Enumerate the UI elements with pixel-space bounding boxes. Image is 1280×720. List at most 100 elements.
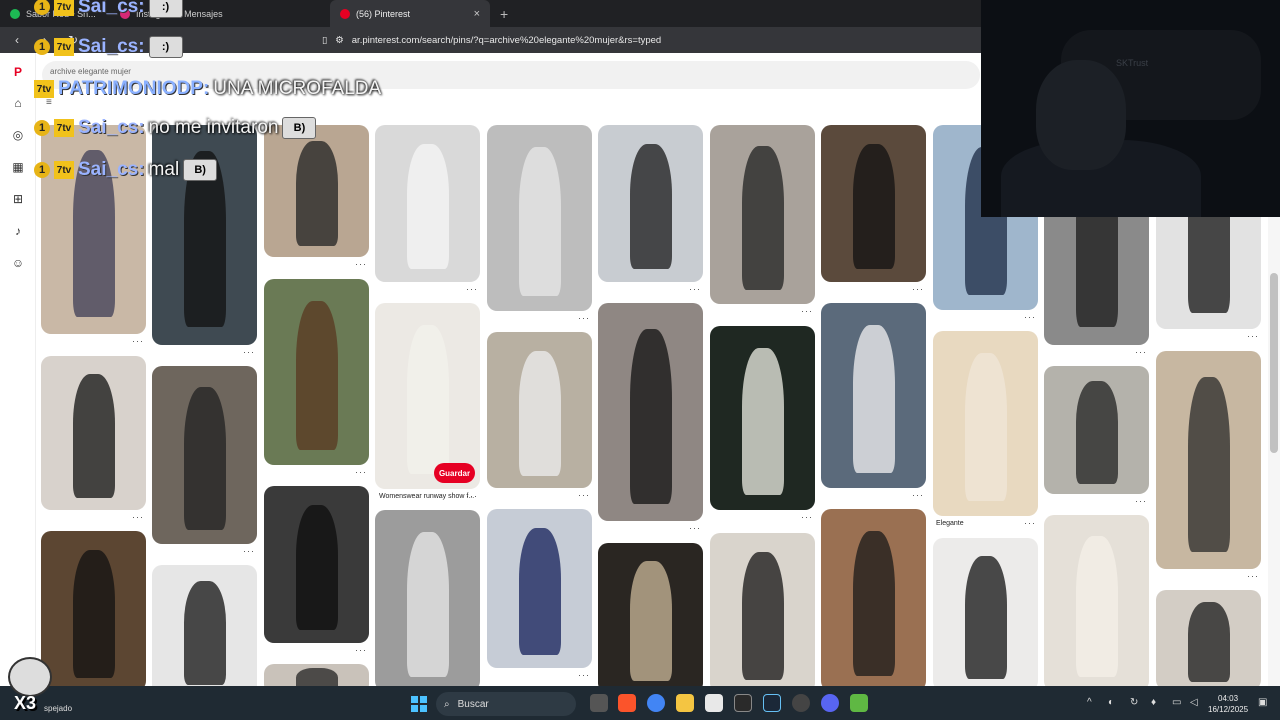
- pin-card[interactable]: [710, 326, 815, 510]
- file-explorer-icon[interactable]: [676, 694, 694, 712]
- pin-card[interactable]: [264, 279, 369, 465]
- save-pin-button[interactable]: Guardar: [434, 463, 475, 483]
- pin-card[interactable]: [1156, 590, 1261, 686]
- pin-more-options-icon[interactable]: ···: [355, 467, 367, 477]
- pin-more-options-icon[interactable]: ···: [1135, 496, 1147, 506]
- pin-image-figure: [852, 530, 895, 677]
- pin-card[interactable]: [487, 509, 592, 668]
- pinterest-logo-icon[interactable]: P: [9, 63, 27, 81]
- pin-card[interactable]: [264, 486, 369, 643]
- pin-more-options-icon[interactable]: ···: [1024, 312, 1036, 322]
- pin-more-options-icon[interactable]: ···: [1135, 347, 1147, 357]
- pin-card[interactable]: [1156, 351, 1261, 569]
- pin-more-options-icon[interactable]: ···: [912, 284, 924, 294]
- minecraft-icon[interactable]: [850, 694, 868, 712]
- microsoft-store-icon[interactable]: [705, 694, 723, 712]
- pin-card[interactable]: [933, 331, 1038, 516]
- pin-more-options-icon[interactable]: ···: [1247, 331, 1259, 341]
- boards-icon[interactable]: ▦: [9, 158, 27, 176]
- pin-more-options-icon[interactable]: ···: [578, 490, 590, 500]
- pin-card[interactable]: [1044, 366, 1149, 494]
- tab-pinterest[interactable]: (56) Pinterest ×: [330, 0, 490, 27]
- pin-card[interactable]: [487, 332, 592, 488]
- pin-card[interactable]: [152, 366, 257, 544]
- create-icon[interactable]: ⊞: [9, 190, 27, 208]
- pin-card[interactable]: [152, 565, 257, 686]
- chat-text: UNA MICROFALDA: [213, 78, 382, 99]
- pin-image-figure: [852, 325, 895, 474]
- pin-image-figure: [741, 552, 784, 681]
- brave-browser-icon[interactable]: [618, 694, 636, 712]
- pin-more-options-icon[interactable]: ···: [689, 523, 701, 533]
- explore-icon[interactable]: ◎: [9, 126, 27, 144]
- home-icon[interactable]: ⌂: [9, 94, 27, 112]
- tray-chevron-icon[interactable]: ^: [1087, 697, 1092, 708]
- pin-more-options-icon[interactable]: ···: [689, 284, 701, 294]
- pin-more-options-icon[interactable]: ···: [912, 490, 924, 500]
- pin-more-options-icon[interactable]: ···: [801, 512, 813, 522]
- pin-more-options-icon[interactable]: ···: [1024, 518, 1036, 528]
- pinterest-icon: [340, 8, 350, 19]
- tray-app-icon[interactable]: ◐: [1108, 697, 1114, 708]
- pin-card[interactable]: [710, 533, 815, 686]
- pin-more-options-icon[interactable]: ···: [578, 313, 590, 323]
- taskbar-search-input[interactable]: ⌕ Buscar: [436, 692, 576, 716]
- pin-more-options-icon[interactable]: ···: [466, 284, 478, 294]
- pin-card[interactable]: [375, 510, 480, 686]
- close-tab-icon[interactable]: ×: [474, 8, 480, 20]
- pin-card[interactable]: [264, 664, 369, 686]
- pin-card[interactable]: [933, 538, 1038, 686]
- microphone-icon[interactable]: ♦: [1151, 697, 1156, 708]
- pin-card[interactable]: [487, 125, 592, 311]
- pin-card[interactable]: [41, 125, 146, 334]
- pin-more-options-icon[interactable]: ···: [243, 546, 255, 556]
- pin-card[interactable]: [821, 509, 926, 686]
- pin-card[interactable]: [598, 303, 703, 521]
- address-bar[interactable]: ▯ ⚙ ar.pinterest.com/search/pins/?q=arch…: [322, 30, 942, 50]
- pin-more-options-icon[interactable]: ···: [578, 670, 590, 680]
- chat-message: 1 7tv Sai_cs: :): [34, 36, 183, 58]
- search-query-text: archive elegante mujer: [50, 67, 131, 76]
- pin-card[interactable]: [375, 303, 480, 489]
- sub-badge-icon: 1: [34, 39, 50, 55]
- pin-more-options-icon[interactable]: ···: [243, 347, 255, 357]
- pin-card[interactable]: [598, 543, 703, 686]
- scrollbar-thumb[interactable]: [1270, 273, 1278, 453]
- pin-more-options-icon[interactable]: ···: [132, 512, 144, 522]
- pin-card[interactable]: [375, 125, 480, 282]
- pin-card[interactable]: [598, 125, 703, 282]
- system-clock[interactable]: 04:03 16/12/2025: [1208, 693, 1248, 715]
- chrome-icon[interactable]: [647, 694, 665, 712]
- pin-more-options-icon[interactable]: ···: [801, 306, 813, 316]
- steam-icon[interactable]: [763, 694, 781, 712]
- task-view-icon[interactable]: [590, 694, 608, 712]
- back-arrow-icon[interactable]: ‹: [8, 33, 26, 47]
- notifications-icon[interactable]: ♪: [9, 222, 27, 240]
- pin-card[interactable]: [821, 303, 926, 488]
- volume-icon[interactable]: ◁: [1190, 697, 1198, 708]
- sync-icon[interactable]: ↻: [1130, 697, 1138, 708]
- pin-image-figure: [295, 301, 338, 451]
- network-icon[interactable]: ▭: [1172, 697, 1181, 708]
- notifications-icon[interactable]: ▣: [1258, 697, 1267, 708]
- pin-card[interactable]: [41, 356, 146, 510]
- pin-card[interactable]: [152, 125, 257, 345]
- discord-icon[interactable]: [821, 694, 839, 712]
- pin-more-options-icon[interactable]: ···: [1247, 571, 1259, 581]
- pin-card[interactable]: [264, 125, 369, 257]
- site-info-icon[interactable]: ⚙: [335, 35, 344, 46]
- new-tab-button[interactable]: +: [490, 6, 518, 22]
- epic-games-icon[interactable]: [734, 694, 752, 712]
- pin-card[interactable]: [710, 125, 815, 304]
- obs-icon[interactable]: [792, 694, 810, 712]
- pin-more-options-icon[interactable]: ···: [132, 336, 144, 346]
- pin-card[interactable]: [1044, 515, 1149, 686]
- pin-more-options-icon[interactable]: ···: [355, 259, 367, 269]
- pin-more-options-icon[interactable]: ···: [355, 645, 367, 655]
- messages-icon[interactable]: ☺: [9, 254, 27, 272]
- windows-start-icon[interactable]: [411, 696, 427, 712]
- bookmark-icon[interactable]: ▯: [322, 35, 327, 46]
- pin-card[interactable]: [821, 125, 926, 282]
- chat-message: 1 7tv Sai_cs: mal B): [34, 159, 218, 181]
- chat-username: Sai_cs:: [78, 0, 145, 17]
